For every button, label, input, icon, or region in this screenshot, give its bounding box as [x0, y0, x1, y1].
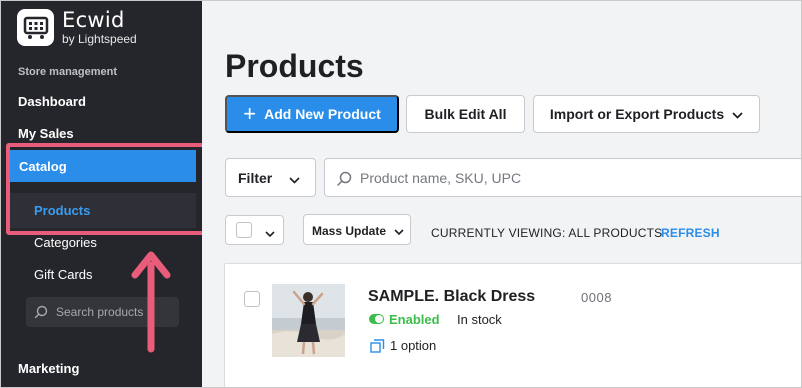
- product-search-input[interactable]: [360, 169, 740, 187]
- sidebar: Ecwid by Lightspeed Store management Das…: [1, 1, 206, 387]
- search-icon: [336, 171, 352, 192]
- select-all-dropdown[interactable]: [225, 215, 284, 245]
- sidebar-item-my-sales[interactable]: My Sales: [18, 126, 74, 141]
- product-sku: 0008: [581, 290, 612, 305]
- product-checkbox[interactable]: [244, 291, 260, 307]
- chevron-down-icon: [289, 171, 300, 187]
- main-content: Products + Add New Product Bulk Edit All…: [202, 1, 801, 387]
- sidebar-subitem-categories[interactable]: Categories: [34, 235, 97, 250]
- sidebar-item-dashboard[interactable]: Dashboard: [18, 94, 86, 109]
- mass-update-label: Mass Update: [312, 224, 387, 238]
- chevron-down-icon: [732, 106, 743, 122]
- product-search[interactable]: [324, 158, 801, 197]
- filter-label: Filter: [238, 170, 273, 186]
- enabled-toggle-icon[interactable]: [369, 314, 384, 324]
- chevron-down-icon: [265, 225, 275, 243]
- refresh-link[interactable]: REFRESH: [661, 226, 720, 240]
- import-export-button[interactable]: Import or Export Products: [533, 95, 760, 133]
- product-options[interactable]: 1 option: [390, 338, 436, 353]
- import-export-label: Import or Export Products: [549, 106, 725, 122]
- add-new-product-label: Add New Product: [264, 106, 381, 122]
- product-thumbnail[interactable]: [272, 284, 345, 357]
- chevron-down-icon: [394, 225, 404, 239]
- brand-subtitle: by Lightspeed: [62, 32, 137, 46]
- search-icon: [34, 305, 48, 324]
- bulk-edit-label: Bulk Edit All: [424, 106, 507, 122]
- options-icon: [370, 339, 385, 358]
- cart-logo-icon: [17, 9, 54, 46]
- page-title: Products: [225, 48, 364, 84]
- app-window: Ecwid by Lightspeed Store management Das…: [0, 0, 802, 388]
- viewing-status: CURRENTLY VIEWING: ALL PRODUCTS: [431, 226, 663, 240]
- add-new-product-button[interactable]: + Add New Product: [225, 95, 399, 133]
- sidebar-item-marketing[interactable]: Marketing: [18, 361, 79, 376]
- brand-title: Ecwid: [62, 8, 125, 32]
- section-label: Store management: [18, 66, 118, 78]
- product-stock: In stock: [457, 312, 502, 327]
- annotation-arrow-icon: [131, 251, 171, 353]
- highlight-box: [6, 143, 206, 235]
- product-name-link[interactable]: SAMPLE. Black Dress: [368, 288, 535, 306]
- mass-update-button[interactable]: Mass Update: [303, 214, 411, 245]
- select-all-checkbox[interactable]: [236, 222, 252, 238]
- filter-button[interactable]: Filter: [225, 158, 316, 197]
- sidebar-subitem-gift-cards[interactable]: Gift Cards: [34, 267, 93, 282]
- product-row[interactable]: SAMPLE. Black Dress 0008 Enabled In stoc…: [224, 263, 801, 387]
- product-status: Enabled: [389, 312, 440, 327]
- brand-logo[interactable]: Ecwid by Lightspeed: [17, 9, 137, 46]
- plus-icon: +: [243, 101, 257, 126]
- bulk-edit-button[interactable]: Bulk Edit All: [406, 95, 525, 133]
